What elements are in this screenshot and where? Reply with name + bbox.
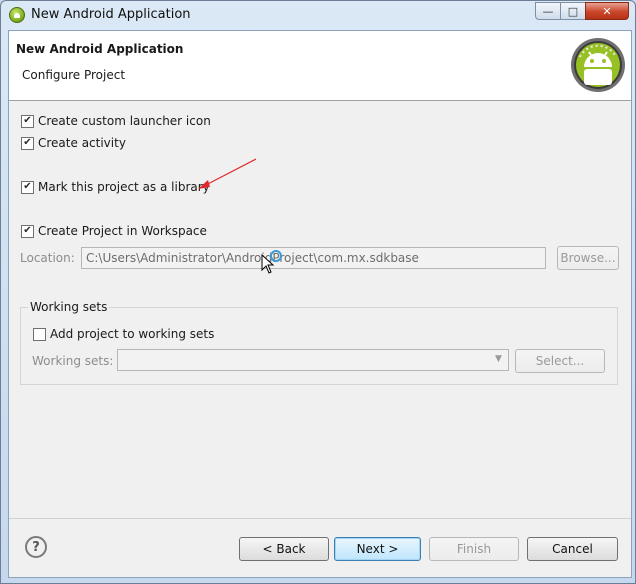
add-to-working-sets-label: Add project to working sets <box>50 327 215 341</box>
wizard-title: New Android Application <box>16 42 184 56</box>
create-activity-label: Create activity <box>38 136 126 150</box>
create-in-workspace-option[interactable]: ✔ Create Project in Workspace <box>21 224 207 238</box>
browse-button[interactable]: Browse... <box>557 246 619 270</box>
working-sets-combo[interactable] <box>117 349 509 371</box>
add-to-working-sets-checkbox[interactable] <box>33 327 46 341</box>
help-icon[interactable]: ? <box>25 536 47 558</box>
android-app-icon <box>9 7 25 23</box>
location-label: Location: <box>20 251 75 265</box>
finish-button[interactable]: Finish <box>429 537 519 561</box>
working-sets-label: Working sets: <box>32 354 114 368</box>
create-activity-option[interactable]: ✔ Create activity <box>21 136 126 150</box>
mark-library-checkbox[interactable]: ✔ <box>21 180 34 194</box>
wizard-subtitle: Configure Project <box>22 68 126 82</box>
custom-launcher-icon-label: Create custom launcher icon <box>38 114 211 128</box>
working-sets-group <box>20 307 618 385</box>
location-field[interactable]: C:\Users\Administrator\AndroidProject\co… <box>81 247 546 269</box>
maximize-button[interactable]: □ <box>560 2 586 20</box>
working-sets-title: Working sets <box>28 300 110 314</box>
title-bar[interactable]: New Android Application — □ ✕ <box>1 1 635 29</box>
cancel-button[interactable]: Cancel <box>527 537 618 561</box>
mark-library-option[interactable]: ✔ Mark this project as a library <box>21 180 210 194</box>
mouse-cursor <box>261 250 282 274</box>
next-button[interactable]: Next > <box>334 537 421 561</box>
create-activity-checkbox[interactable]: ✔ <box>21 136 34 150</box>
custom-launcher-icon-checkbox[interactable]: ✔ <box>21 114 34 128</box>
add-to-working-sets-option[interactable]: Add project to working sets <box>33 327 214 341</box>
dialog-content: New Android Application Configure Projec… <box>8 30 632 578</box>
annotation-arrow <box>198 158 257 189</box>
create-in-workspace-label: Create Project in Workspace <box>38 224 207 238</box>
close-button[interactable]: ✕ <box>585 2 629 20</box>
android-logo-icon <box>571 38 625 92</box>
footer-divider <box>9 518 631 519</box>
minimize-button[interactable]: — <box>535 2 561 20</box>
dialog-window: New Android Application — □ ✕ New Androi… <box>0 0 636 584</box>
back-button[interactable]: < Back <box>239 537 329 561</box>
create-in-workspace-checkbox[interactable]: ✔ <box>21 224 34 238</box>
chevron-down-icon[interactable]: ▼ <box>495 354 502 364</box>
window-title: New Android Application <box>31 7 191 22</box>
wizard-header: New Android Application Configure Projec… <box>9 31 631 101</box>
select-working-sets-button[interactable]: Select... <box>515 349 605 373</box>
mark-library-label: Mark this project as a library <box>38 180 210 194</box>
window-controls: — □ ✕ <box>535 2 629 20</box>
custom-launcher-icon-option[interactable]: ✔ Create custom launcher icon <box>21 114 211 128</box>
